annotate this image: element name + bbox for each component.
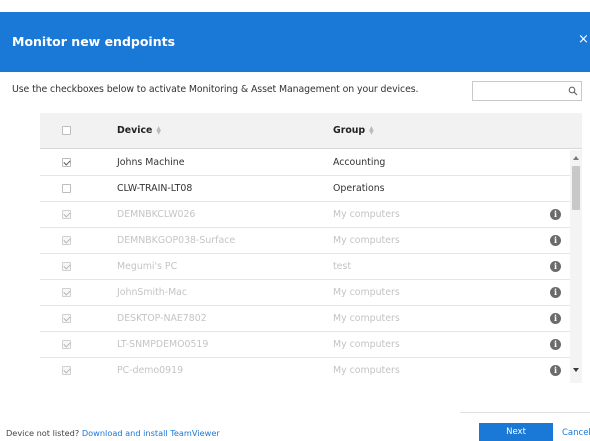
scroll-up-arrow-icon[interactable] xyxy=(573,156,579,160)
next-button[interactable]: Next xyxy=(479,423,553,441)
footer-prompt: Device not listed? Download and install … xyxy=(6,428,220,438)
table-row: JohnSmith-Mac My computers i xyxy=(40,280,570,306)
row-checkbox xyxy=(62,340,71,349)
group-name: My computers xyxy=(333,339,400,350)
row-checkbox xyxy=(62,236,71,245)
info-icon[interactable]: i xyxy=(550,365,561,376)
scroll-thumb[interactable] xyxy=(572,166,580,210)
row-checkbox xyxy=(62,262,71,271)
search-icon[interactable] xyxy=(568,86,578,96)
table-row: Megumi's PC test i xyxy=(40,254,570,280)
info-icon[interactable]: i xyxy=(550,287,561,298)
device-name: DEMNBKCLW026 xyxy=(117,209,196,220)
vertical-scrollbar[interactable] xyxy=(570,150,582,383)
column-header-group[interactable]: Group ▲ ▼ xyxy=(333,125,374,136)
device-name: DESKTOP-NAE7802 xyxy=(117,313,207,324)
devices-table: Device ▲ ▼ Group ▲ ▼ Johns Machine Accounting… xyxy=(40,113,582,383)
device-name: Megumi's PC xyxy=(117,261,178,272)
device-name: JohnSmith-Mac xyxy=(117,287,188,298)
column-header-device-label: Device xyxy=(117,125,153,136)
sort-icon[interactable]: ▲ ▼ xyxy=(369,125,374,135)
row-checkbox[interactable] xyxy=(62,158,71,167)
table-row: LT-SNMPDEMO0519 My computers i xyxy=(40,332,570,358)
table-header: Device ▲ ▼ Group ▲ ▼ xyxy=(40,113,582,149)
info-icon[interactable]: i xyxy=(550,339,561,350)
group-name: My computers xyxy=(333,365,400,376)
select-all-checkbox[interactable] xyxy=(62,126,71,135)
row-checkbox xyxy=(62,210,71,219)
device-name: DEMNBKGOP038-Surface xyxy=(117,235,236,246)
table-row: DESKTOP-NAE7802 My computers i xyxy=(40,306,570,332)
group-name: My computers xyxy=(333,235,400,246)
dialog-title: Monitor new endpoints xyxy=(12,34,176,49)
table-row: DEMNBKCLW026 My computers i xyxy=(40,202,570,228)
search-input[interactable] xyxy=(476,84,562,98)
footer-divider xyxy=(460,412,590,413)
device-name: CLW-TRAIN-LT08 xyxy=(117,183,193,194)
info-icon[interactable]: i xyxy=(550,235,561,246)
device-name: LT-SNMPDEMO0519 xyxy=(117,339,209,350)
download-teamviewer-link[interactable]: Download and install TeamViewer xyxy=(82,428,220,438)
table-row: DEMNBKGOP038-Surface My computers i xyxy=(40,228,570,254)
info-icon[interactable]: i xyxy=(550,261,561,272)
group-name: My computers xyxy=(333,313,400,324)
instruction-text: Use the checkboxes below to activate Mon… xyxy=(12,84,419,95)
search-box[interactable] xyxy=(472,81,582,101)
row-checkbox[interactable] xyxy=(62,184,71,193)
table-row: PC-demo0919 My computers i xyxy=(40,358,570,383)
group-name: My computers xyxy=(333,287,400,298)
info-icon[interactable]: i xyxy=(550,209,561,220)
info-icon[interactable]: i xyxy=(550,313,561,324)
column-header-group-label: Group xyxy=(333,125,366,136)
group-name: Accounting xyxy=(333,157,386,168)
dialog-header: Monitor new endpoints × xyxy=(0,12,590,72)
scroll-down-arrow-icon[interactable] xyxy=(573,368,579,372)
column-header-device[interactable]: Device ▲ ▼ xyxy=(117,125,161,136)
sort-icon[interactable]: ▲ ▼ xyxy=(156,125,161,135)
table-body: Johns Machine Accounting CLW-TRAIN-LT08 Ope… xyxy=(40,150,570,383)
group-name: My computers xyxy=(333,209,400,220)
close-icon[interactable]: × xyxy=(578,33,589,47)
row-checkbox xyxy=(62,288,71,297)
group-name: Operations xyxy=(333,183,385,194)
table-row[interactable]: CLW-TRAIN-LT08 Operations xyxy=(40,176,570,202)
device-name: PC-demo0919 xyxy=(117,365,184,376)
cancel-link[interactable]: Cancel xyxy=(562,428,590,438)
row-checkbox xyxy=(62,314,71,323)
table-row[interactable]: Johns Machine Accounting xyxy=(40,150,570,176)
device-name: Johns Machine xyxy=(117,157,185,168)
row-checkbox xyxy=(62,366,71,375)
group-name: test xyxy=(333,261,352,272)
footer-prompt-text: Device not listed? xyxy=(6,428,80,438)
